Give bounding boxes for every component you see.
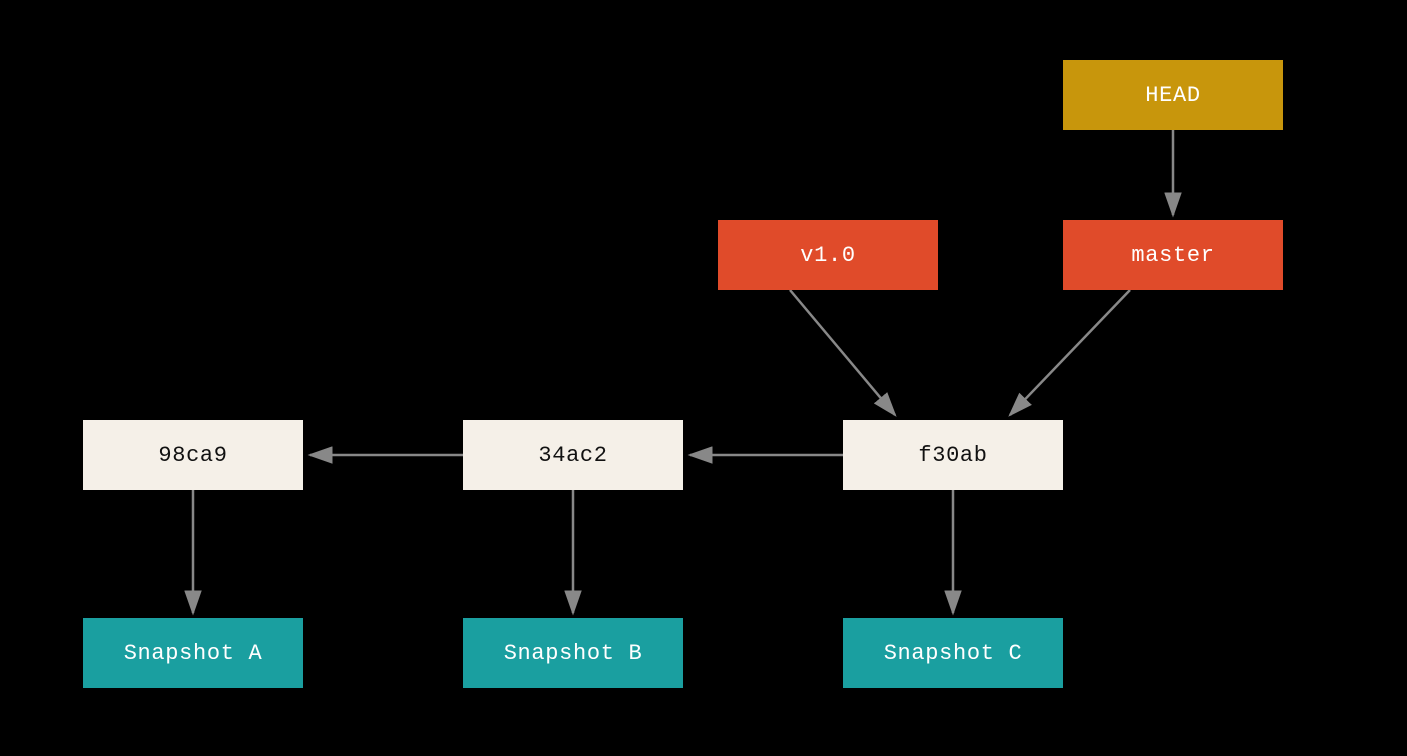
v1-0-label: v1.0 [800, 243, 855, 268]
34ac2-label: 34ac2 [538, 443, 607, 468]
master-label: master [1131, 243, 1214, 268]
diagram: HEAD master v1.0 f30ab 34ac2 98ca9 Snaps… [0, 0, 1407, 756]
34ac2-node: 34ac2 [463, 420, 683, 490]
f30ab-node: f30ab [843, 420, 1063, 490]
head-node: HEAD [1063, 60, 1283, 130]
98ca9-label: 98ca9 [158, 443, 227, 468]
98ca9-node: 98ca9 [83, 420, 303, 490]
snapshot-c-label: Snapshot C [884, 641, 1023, 666]
snapshot-b-label: Snapshot B [504, 641, 643, 666]
master-node: master [1063, 220, 1283, 290]
f30ab-label: f30ab [918, 443, 987, 468]
head-label: HEAD [1145, 83, 1200, 108]
snapshot-a-label: Snapshot A [124, 641, 263, 666]
snapshot-c-node: Snapshot C [843, 618, 1063, 688]
v1-0-node: v1.0 [718, 220, 938, 290]
snapshot-a-node: Snapshot A [83, 618, 303, 688]
snapshot-b-node: Snapshot B [463, 618, 683, 688]
